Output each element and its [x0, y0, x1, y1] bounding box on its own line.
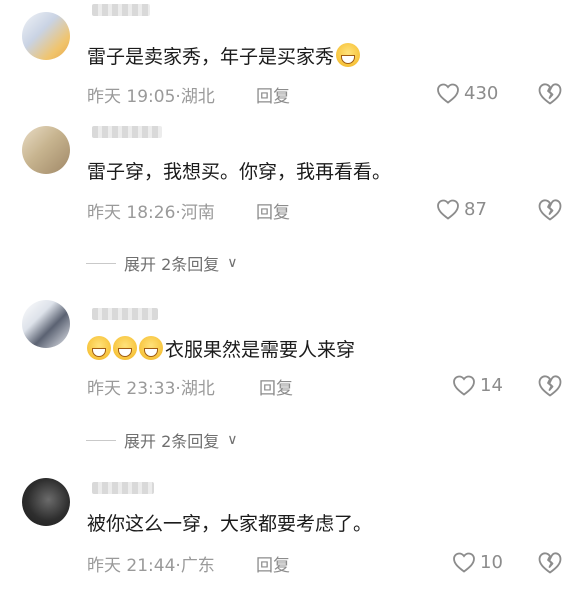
avatar[interactable]	[22, 126, 70, 174]
expand-replies[interactable]: 展开 2条回复 ∨	[86, 428, 238, 452]
heart-icon	[437, 199, 459, 220]
avatar[interactable]	[22, 478, 70, 526]
reply-button[interactable]: 回复	[256, 198, 290, 223]
heart-icon	[453, 552, 475, 573]
comment-time: 昨天 18:26	[87, 203, 176, 223]
comment-meta: 昨天 23:33·湖北	[87, 379, 215, 399]
comment-location: 河南	[180, 203, 215, 223]
chevron-down-icon: ∨	[227, 432, 238, 448]
like-button[interactable]: 430	[436, 82, 498, 104]
like-count: 87	[464, 198, 487, 220]
heart-icon	[453, 375, 475, 396]
grinning-sweat-emoji-icon	[139, 336, 163, 360]
expand-replies-label: 展开 2条回复	[124, 432, 220, 451]
comment-text: 衣服果然是需要人来穿	[87, 336, 355, 363]
like-count: 14	[480, 374, 503, 396]
expand-replies-label: 展开 2条回复	[124, 255, 220, 274]
broken-heart-icon[interactable]	[537, 551, 563, 575]
reply-button[interactable]: 回复	[256, 551, 290, 576]
comment-location: 湖北	[180, 87, 215, 107]
broken-heart-icon[interactable]	[537, 82, 563, 106]
chevron-down-icon: ∨	[227, 255, 238, 271]
reply-button[interactable]: 回复	[256, 82, 290, 107]
divider-line	[86, 439, 116, 441]
like-count: 10	[480, 551, 503, 573]
comment-text-content: 衣服果然是需要人来穿	[165, 339, 356, 361]
comment-time: 昨天 23:33	[87, 379, 176, 399]
like-button[interactable]: 87	[436, 198, 487, 220]
comment-text: 雷子穿，我想买。你穿，我再看看。	[87, 161, 392, 183]
broken-heart-icon[interactable]	[537, 374, 563, 398]
username-blurred[interactable]	[92, 126, 162, 138]
comment-meta: 昨天 19:05·湖北	[87, 87, 215, 107]
like-count: 430	[464, 82, 499, 104]
grinning-sweat-emoji-icon	[87, 336, 111, 360]
username-blurred[interactable]	[92, 308, 158, 320]
comment-time: 昨天 21:44	[87, 556, 176, 576]
broken-heart-icon[interactable]	[537, 198, 563, 222]
like-button[interactable]: 10	[452, 551, 503, 573]
divider-line	[86, 262, 116, 264]
avatar[interactable]	[22, 300, 70, 348]
comment-text: 被你这么一穿，大家都要考虑了。	[87, 513, 373, 535]
comment-location: 湖北	[180, 379, 215, 399]
grinning-sweat-emoji-icon	[113, 336, 137, 360]
comment-time: 昨天 19:05	[87, 87, 176, 107]
reply-button[interactable]: 回复	[259, 374, 293, 399]
username-blurred[interactable]	[92, 482, 154, 494]
grinning-sweat-emoji-icon	[336, 43, 361, 67]
comment-text-content: 雷子是卖家秀，年子是买家秀	[87, 46, 335, 68]
avatar[interactable]	[22, 12, 70, 60]
comment-meta: 昨天 18:26·河南	[87, 203, 215, 223]
expand-replies[interactable]: 展开 2条回复 ∨	[86, 251, 238, 275]
comment-meta: 昨天 21:44·广东	[87, 556, 215, 576]
comment-text: 雷子是卖家秀，年子是买家秀	[87, 43, 362, 70]
like-button[interactable]: 14	[452, 374, 503, 396]
heart-icon	[437, 83, 459, 104]
username-blurred[interactable]	[92, 4, 150, 16]
comment-location: 广东	[180, 556, 215, 576]
